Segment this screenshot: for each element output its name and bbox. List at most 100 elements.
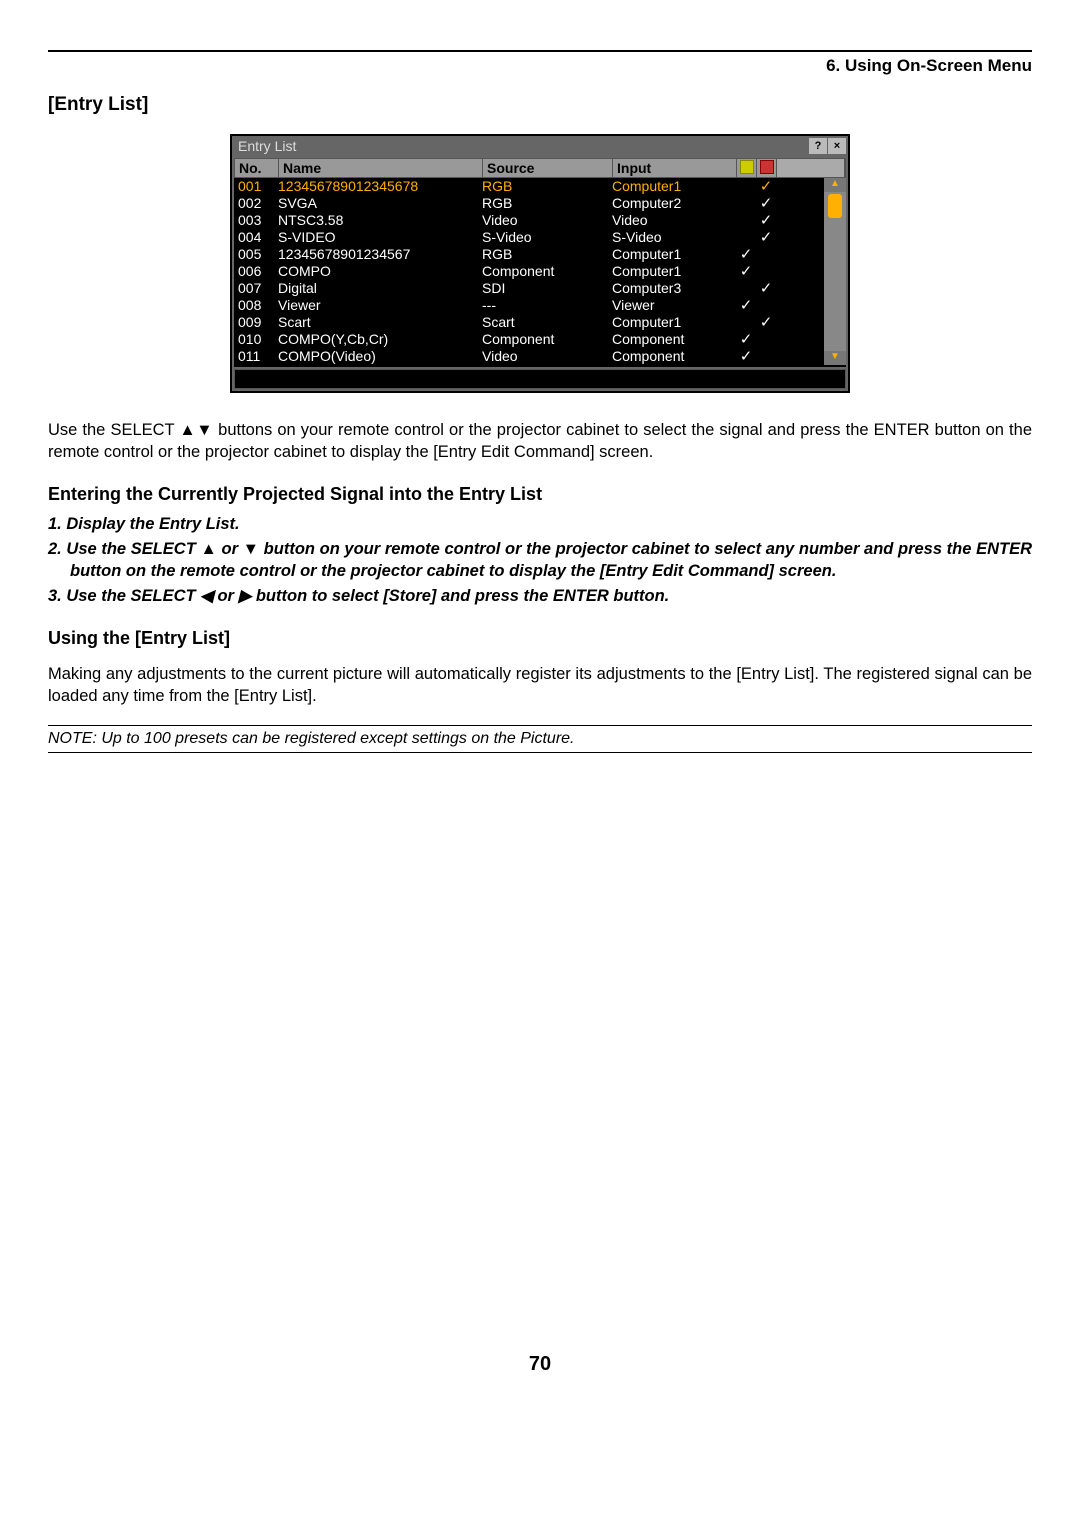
cell-no: 002: [234, 195, 278, 212]
cell-lock: ✓: [736, 297, 756, 314]
cell-source: Video: [482, 212, 612, 229]
cell-source: RGB: [482, 246, 612, 263]
status-bar: [234, 369, 846, 389]
subheading-1: Entering the Currently Projected Signal …: [48, 484, 1032, 505]
cell-skip: ✓: [756, 212, 776, 229]
cell-input: Computer1: [612, 263, 736, 280]
table-row[interactable]: 004S-VIDEOS-VideoS-Video✓: [234, 229, 824, 246]
cell-input: Computer2: [612, 195, 736, 212]
cell-source: RGB: [482, 195, 612, 212]
rows-area: 001123456789012345678RGBComputer1✓002SVG…: [234, 178, 846, 365]
cell-no: 010: [234, 331, 278, 348]
scroll-thumb[interactable]: [828, 194, 842, 218]
cell-name: SVGA: [278, 195, 482, 212]
cell-lock: ✓: [736, 263, 756, 280]
help-icon[interactable]: ?: [809, 138, 827, 154]
dialog-title: Entry List: [238, 138, 296, 154]
cell-lock: [736, 314, 756, 331]
col-no: No.: [235, 159, 279, 177]
skip-icon: [760, 160, 774, 174]
table-row[interactable]: 006COMPOComponentComputer1✓: [234, 263, 824, 280]
cell-name: COMPO(Video): [278, 348, 482, 365]
cell-no: 005: [234, 246, 278, 263]
header-rule: [48, 50, 1032, 52]
cell-name: Digital: [278, 280, 482, 297]
cell-source: Component: [482, 331, 612, 348]
cell-no: 008: [234, 297, 278, 314]
section-title: [Entry List]: [48, 94, 1032, 116]
note-text: NOTE: Up to 100 presets can be registere…: [48, 728, 1032, 750]
table-row[interactable]: 007DigitalSDIComputer3✓: [234, 280, 824, 297]
cell-skip: [756, 331, 776, 348]
col-scroll-spacer: [777, 159, 845, 177]
cell-skip: [756, 246, 776, 263]
column-header-row: No. Name Source Input: [234, 158, 846, 178]
close-icon[interactable]: ×: [828, 138, 846, 154]
cell-skip: ✓: [756, 314, 776, 331]
table-row[interactable]: 002SVGARGBComputer2✓: [234, 195, 824, 212]
cell-no: 001: [234, 178, 278, 195]
cell-lock: [736, 178, 756, 195]
cell-name: NTSC3.58: [278, 212, 482, 229]
cell-name: 12345678901234567: [278, 246, 482, 263]
cell-input: Component: [612, 331, 736, 348]
cell-input: Computer1: [612, 246, 736, 263]
cell-source: Scart: [482, 314, 612, 331]
cell-input: Computer1: [612, 178, 736, 195]
cell-source: Component: [482, 263, 612, 280]
cell-lock: [736, 280, 756, 297]
scrollbar[interactable]: ▲ ▼: [824, 178, 846, 365]
scroll-down-icon[interactable]: ▼: [824, 351, 846, 365]
cell-source: Video: [482, 348, 612, 365]
table-row[interactable]: 011COMPO(Video)VideoComponent✓: [234, 348, 824, 365]
scroll-up-icon[interactable]: ▲: [824, 178, 846, 192]
dialog-titlebar: Entry List ? ×: [232, 136, 848, 156]
lock-icon: [740, 160, 754, 174]
step-item: 1. Display the Entry List.: [48, 513, 1032, 535]
cell-lock: ✓: [736, 246, 756, 263]
cell-name: COMPO(Y,Cb,Cr): [278, 331, 482, 348]
cell-skip: [756, 348, 776, 365]
cell-input: S-Video: [612, 229, 736, 246]
cell-source: S-Video: [482, 229, 612, 246]
cell-input: Component: [612, 348, 736, 365]
cell-name: S-VIDEO: [278, 229, 482, 246]
table-row[interactable]: 008Viewer---Viewer✓: [234, 297, 824, 314]
cell-source: SDI: [482, 280, 612, 297]
paragraph-2: Making any adjustments to the current pi…: [48, 663, 1032, 708]
cell-no: 006: [234, 263, 278, 280]
cell-skip: ✓: [756, 280, 776, 297]
note-rule-top: [48, 725, 1032, 726]
entry-list-dialog: Entry List ? × No. Name Source Input 001…: [230, 134, 850, 393]
table-row[interactable]: 010COMPO(Y,Cb,Cr)ComponentComponent✓: [234, 331, 824, 348]
cell-skip: ✓: [756, 178, 776, 195]
table-row[interactable]: 001123456789012345678RGBComputer1✓: [234, 178, 824, 195]
step-item: 3. Use the SELECT ◀ or ▶ button to selec…: [48, 585, 1032, 607]
rows-body[interactable]: 001123456789012345678RGBComputer1✓002SVG…: [234, 178, 824, 365]
cell-no: 007: [234, 280, 278, 297]
page-number: 70: [48, 1353, 1032, 1376]
cell-source: ---: [482, 297, 612, 314]
step-item: 2. Use the SELECT ▲ or ▼ button on your …: [48, 538, 1032, 583]
paragraph-1: Use the SELECT ▲▼ buttons on your remote…: [48, 419, 1032, 464]
subheading-2: Using the [Entry List]: [48, 628, 1032, 649]
steps-list: 1. Display the Entry List. 2. Use the SEL…: [48, 513, 1032, 608]
cell-lock: ✓: [736, 331, 756, 348]
cell-lock: [736, 212, 756, 229]
table-row[interactable]: 003NTSC3.58VideoVideo✓: [234, 212, 824, 229]
cell-no: 009: [234, 314, 278, 331]
col-name: Name: [279, 159, 483, 177]
cell-name: Scart: [278, 314, 482, 331]
col-input: Input: [613, 159, 737, 177]
cell-lock: [736, 229, 756, 246]
cell-skip: [756, 297, 776, 314]
cell-input: Viewer: [612, 297, 736, 314]
cell-lock: [736, 195, 756, 212]
cell-lock: ✓: [736, 348, 756, 365]
cell-source: RGB: [482, 178, 612, 195]
note-rule-bottom: [48, 752, 1032, 753]
table-row[interactable]: 00512345678901234567RGBComputer1✓: [234, 246, 824, 263]
table-row[interactable]: 009ScartScartComputer1✓: [234, 314, 824, 331]
chapter-heading: 6. Using On-Screen Menu: [48, 56, 1032, 76]
cell-no: 011: [234, 348, 278, 365]
